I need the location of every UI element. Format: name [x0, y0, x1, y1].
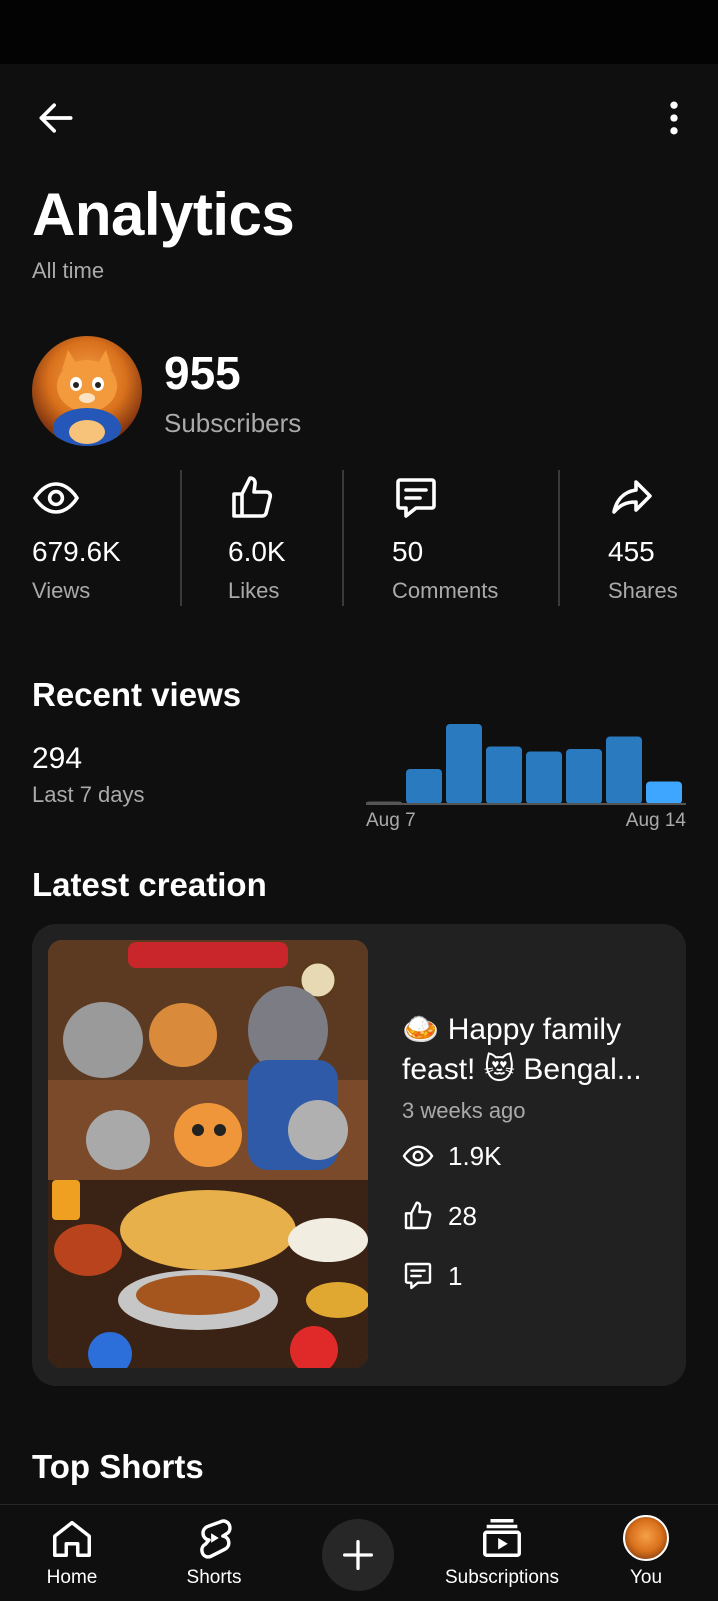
- recent-views-value: 294: [32, 742, 83, 775]
- nav-subscriptions[interactable]: Subscriptions: [440, 1515, 564, 1589]
- video-title[interactable]: 🍛 Happy family feast! 😻 Bengal...: [402, 1010, 672, 1090]
- eye-icon: [32, 482, 80, 514]
- subscriber-label: Subscribers: [164, 408, 302, 438]
- stat-value: 679.6K: [32, 536, 121, 567]
- subscriber-count: 955: [164, 347, 241, 399]
- divider: [180, 470, 182, 606]
- nav-you-label: You: [629, 1567, 663, 1588]
- chart-bar: [446, 724, 482, 804]
- latest-creation-heading: Latest creation: [32, 866, 267, 903]
- chart-bar: [486, 746, 522, 804]
- video-views: 1.9K: [402, 1140, 502, 1172]
- stat-label: Comments: [392, 578, 499, 603]
- user-avatar: [623, 1515, 669, 1561]
- share-icon: [612, 480, 652, 514]
- family-feast-thumbnail-image: [48, 940, 368, 1368]
- stat-value: 50: [392, 536, 424, 567]
- nav-you[interactable]: You: [618, 1515, 674, 1589]
- stat-label: Shares: [608, 578, 678, 603]
- video-comments-value: 1: [448, 1260, 463, 1291]
- latest-creation-card[interactable]: 🍛 Happy family feast! 😻 Bengal... 3 week…: [32, 924, 686, 1386]
- plus-icon: [343, 1540, 373, 1570]
- recent-views-heading: Recent views: [32, 676, 242, 713]
- comment-icon: [396, 478, 436, 518]
- eye-icon: [402, 1145, 434, 1167]
- chart-bar: [606, 736, 642, 804]
- thumbs-up-icon: [232, 476, 273, 518]
- video-likes: 28: [402, 1200, 477, 1232]
- video-comments: 1: [402, 1260, 462, 1292]
- subscriptions-icon: [483, 1519, 521, 1557]
- video-views-value: 1.9K: [448, 1140, 502, 1171]
- stat-value: 455: [608, 536, 655, 567]
- thumbs-up-icon: [404, 1201, 432, 1230]
- create-button[interactable]: [322, 1519, 394, 1591]
- channel-avatar[interactable]: [32, 336, 142, 446]
- status-bar: [0, 0, 718, 64]
- top-app-bar: [0, 64, 718, 160]
- chart-x-end-label: Aug 14: [626, 810, 686, 830]
- comment-icon: [404, 1262, 432, 1290]
- nav-shorts[interactable]: Shorts: [182, 1515, 246, 1589]
- video-title-line: 🍛 Happy family: [402, 1013, 622, 1046]
- back-button[interactable]: [30, 92, 82, 144]
- nav-shorts-label: Shorts: [186, 1567, 242, 1588]
- chart-bar: [646, 781, 682, 804]
- stat-shares[interactable]: 455 Shares: [608, 474, 678, 603]
- shorts-icon: [200, 1519, 232, 1559]
- chart-bar: [406, 769, 442, 804]
- arrow-back-icon: [39, 103, 73, 133]
- cat-avatar-image: [53, 350, 121, 446]
- nav-home-label: Home: [46, 1567, 98, 1588]
- date-range-label: All time: [32, 258, 105, 283]
- bottom-navigation: Home Shorts Subscriptions You: [0, 1504, 718, 1601]
- recent-views-period: Last 7 days: [32, 782, 145, 807]
- home-icon: [53, 1520, 91, 1557]
- divider: [342, 470, 344, 606]
- page-title: Analytics: [32, 181, 295, 248]
- more-options-button[interactable]: [648, 92, 700, 144]
- video-title-line: feast! 😻 Bengal...: [402, 1053, 642, 1086]
- video-likes-value: 28: [448, 1200, 477, 1231]
- video-age: 3 weeks ago: [402, 1098, 526, 1123]
- stat-label: Likes: [228, 578, 280, 603]
- stat-value: 6.0K: [228, 536, 286, 567]
- video-thumbnail[interactable]: [48, 940, 368, 1368]
- more-vertical-icon: [670, 101, 678, 135]
- divider: [558, 470, 560, 606]
- stat-comments[interactable]: 50 Comments: [392, 474, 498, 603]
- chart-x-start-label: Aug 7: [366, 810, 416, 830]
- chart-bar: [566, 749, 602, 804]
- stat-likes[interactable]: 6.0K Likes: [228, 474, 286, 603]
- stat-label: Views: [32, 578, 91, 603]
- chart-bar: [526, 751, 562, 804]
- recent-views-chart[interactable]: Aug 7 Aug 14: [366, 720, 686, 830]
- stat-views[interactable]: 679.6K Views: [32, 474, 121, 603]
- nav-home[interactable]: Home: [40, 1515, 104, 1589]
- top-shorts-heading: Top Shorts: [32, 1448, 204, 1485]
- nav-subscriptions-label: Subscriptions: [444, 1567, 560, 1588]
